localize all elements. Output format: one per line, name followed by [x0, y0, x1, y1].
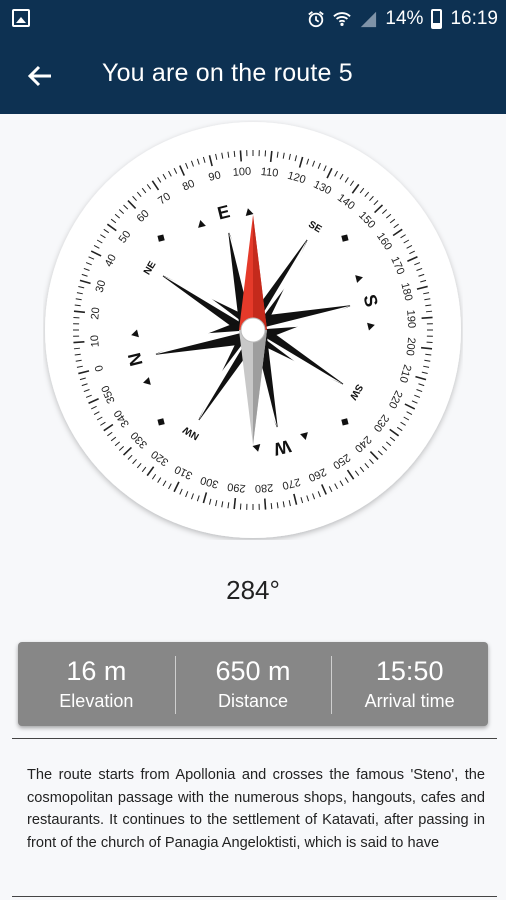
compass-degree-label: 20: [89, 307, 102, 320]
compass: 0 10 20 30 40 50 60 70 80 90 100 110 120 130 140 150 160…: [43, 120, 463, 540]
stat-elevation: 16 m Elevation: [18, 642, 175, 726]
back-button[interactable]: [22, 58, 58, 94]
stat-distance-label: Distance: [217, 691, 289, 711]
image-icon: [12, 9, 30, 27]
arrow-left-icon: [27, 65, 51, 87]
status-bar: 14% 16:19: [0, 0, 506, 38]
compass-tick: [263, 498, 267, 510]
compass-degree-label: 110: [260, 166, 279, 180]
compass-degree-label: 100: [232, 166, 251, 179]
route-description[interactable]: The route starts from Apollonia and cros…: [27, 764, 485, 876]
battery-percent: 14%: [385, 8, 424, 29]
route-stats: 16 m Elevation 650 m Distance 15:50 Arri…: [18, 642, 488, 726]
clock: 16:19: [450, 8, 498, 29]
compass-dial: 0102030405060708090 100 110 120130140150160…: [45, 122, 461, 538]
stat-distance: 650 m Distance: [174, 642, 332, 726]
app-bar: You are on the route 5: [0, 38, 506, 114]
stat-elevation-label: Elevation: [59, 691, 134, 711]
compass-degree-label: 200: [403, 337, 417, 357]
signal-icon: [361, 11, 377, 28]
compass-degree-label: 290: [227, 480, 247, 494]
compass-tick: [270, 502, 273, 510]
page-title: You are on the route 5: [102, 59, 353, 87]
stat-elevation-value: 16 m: [66, 656, 127, 686]
compass-tick: [421, 316, 433, 320]
compass-tick: [233, 150, 236, 158]
compass-tick: [239, 150, 243, 162]
compass-degree-label: 10: [89, 334, 102, 347]
needle-hub: [240, 317, 266, 343]
compass-tick: [73, 340, 85, 344]
stat-distance-value: 650 m: [215, 656, 291, 686]
stat-arrival-label: Arrival time: [364, 691, 455, 711]
stat-arrival: 15:50 Arrival time: [331, 642, 488, 726]
alarm-icon: [308, 11, 325, 28]
battery-icon: [431, 9, 443, 29]
divider-top: [12, 738, 497, 739]
compass-tick: [425, 310, 433, 313]
heading-readout: 284°: [226, 575, 280, 605]
compass-degree-label: 190: [404, 309, 417, 328]
divider-bottom: [12, 896, 497, 897]
compass-tick: [73, 347, 81, 350]
wifi-icon: [333, 12, 352, 27]
status-icons: 14% 16:19: [307, 6, 498, 32]
compass-degree-label: 280: [254, 481, 273, 494]
stat-arrival-value: 15:50: [375, 656, 444, 686]
